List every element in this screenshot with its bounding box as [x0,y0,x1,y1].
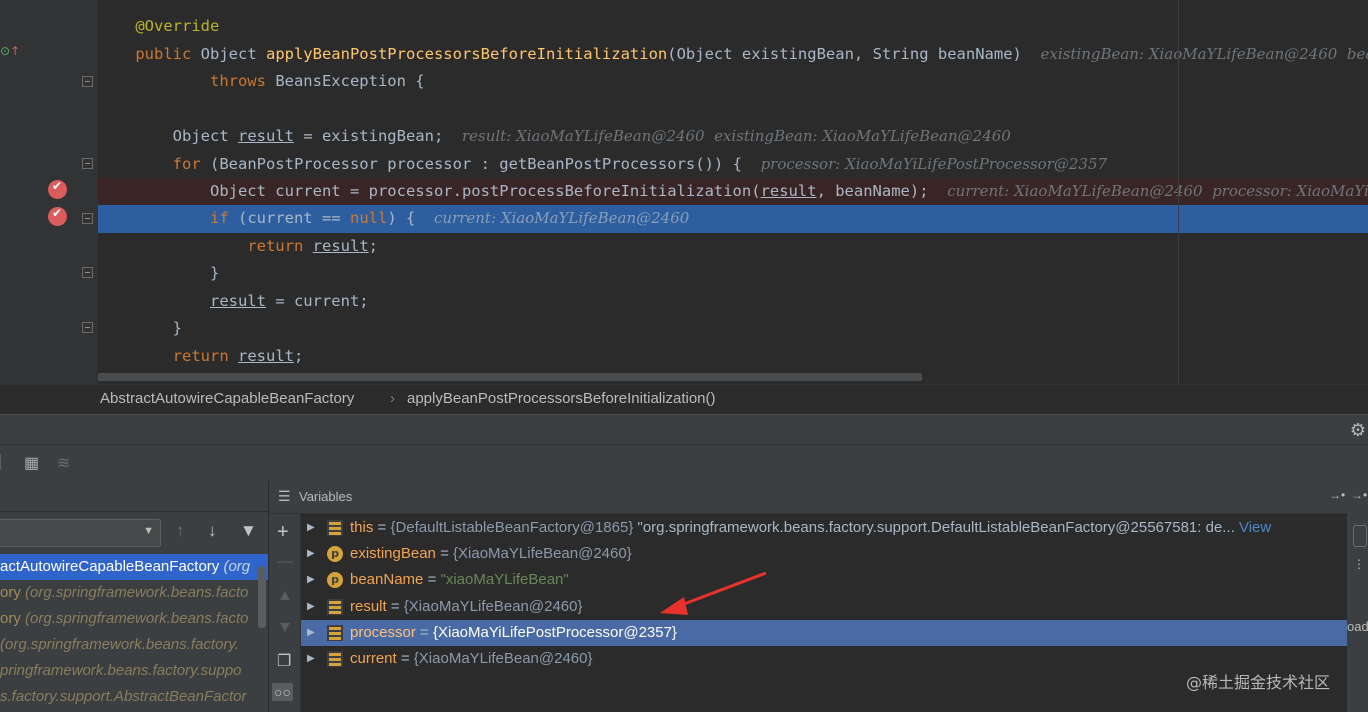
arrow-up-icon[interactable]: ↑ [176,521,185,541]
frame-item[interactable]: ory (org.springframework.beans.facto [0,580,268,606]
variables-title: Variables [299,489,353,504]
editor-gutter[interactable]: ⊙↑ [0,0,98,384]
scroll-handle[interactable] [1353,525,1367,547]
breadcrumb-separator: › [390,390,395,407]
thread-selector[interactable]: ▼ [0,519,161,547]
copy-icon[interactable]: ❐ [277,651,291,671]
variable-row-existingBean[interactable]: ▶ p existingBean = {XiaoMaYLifeBean@2460… [301,541,1347,567]
expand-arrow-icon[interactable]: ▶ [307,646,315,672]
breadcrumb: AbstractAutowireCapableBeanFactory › app… [0,384,1368,415]
chevron-down-icon: ▼ [143,525,154,537]
variables-action-strip: + — ▲ ▼ ❐ ○○ [269,481,301,712]
inline-value-hint: current: XiaoMaYLifeBean@2460 [433,209,690,227]
debug-tool-window-header: ⚙ [0,414,1368,445]
fold-marker-icon[interactable] [82,322,93,333]
toolbar-separator: | [0,453,3,470]
breakpoint-icon[interactable] [48,206,67,226]
annotation-text: @Override [135,17,220,35]
expand-arrow-icon[interactable]: ▶ [307,620,315,646]
frame-item[interactable]: s.factory.support.AbstractBeanFactor [0,684,268,710]
variable-row-processor[interactable]: ▶ processor = {XiaoMaYiLifePostProcessor… [301,619,1347,646]
remove-watch-icon[interactable]: — [277,553,293,571]
breadcrumb-class[interactable]: AbstractAutowireCapableBeanFactory [100,385,354,413]
expand-arrow-icon[interactable]: ▶ [307,594,315,620]
frames-header [0,481,268,512]
inline-value-hint: existingBean: XiaoMaYLifeBean@2460 beanN… [1040,45,1368,63]
variable-row-result[interactable]: ▶ result = {XiaoMaYLifeBean@2460} [301,594,1347,620]
frame-item[interactable]: (org.springframework.beans.factory. [0,632,268,658]
frames-scrollbar[interactable] [258,566,266,628]
expand-arrow-icon[interactable]: ▶ [307,567,315,593]
fold-marker-icon[interactable] [82,76,93,87]
truncated-panel-text: oad [1347,619,1368,634]
trace-icon[interactable]: ≋ [57,453,70,473]
field-icon [327,624,343,641]
expand-arrow-icon[interactable]: ▶ [307,541,315,567]
parameter-icon: p [327,546,343,563]
frames-panel: ▼ ↑ ↓ ▼ actAutowireCapableBeanFactory (o… [0,481,269,712]
frame-list: actAutowireCapableBeanFactory (org ory (… [0,554,268,710]
glasses-icon[interactable]: ○○ [272,683,293,701]
evaluate-table-icon[interactable]: ▦ [24,453,39,473]
horizontal-scrollbar[interactable] [98,373,922,381]
code-editor[interactable]: ⊙↑ @Override public Object applyBeanPost… [0,0,1368,384]
pin-right-icon[interactable]: →• [1351,488,1367,502]
right-margin-guide [1178,0,1179,384]
pin-left-icon[interactable]: →• [1329,488,1345,502]
menu-icon: ☰ [278,488,291,504]
breakpoint-icon[interactable] [48,179,67,199]
collapse-icon[interactable]: ⋮ [1353,557,1365,571]
frame-item[interactable]: ory (org.springframework.beans.facto [0,606,268,632]
parameter-icon: p [327,572,343,589]
fold-marker-icon[interactable] [82,158,93,169]
override-gutter-icon[interactable]: ⊙↑ [0,44,20,58]
fold-marker-icon[interactable] [82,213,93,224]
breadcrumb-method[interactable]: applyBeanPostProcessorsBeforeInitializat… [407,385,716,413]
fold-marker-icon[interactable] [82,267,93,278]
right-side-panel: ⋮ oad [1347,513,1368,712]
variable-row-this[interactable]: ▶ this = {DefaultListableBeanFactory@186… [301,515,1347,541]
frame-item[interactable]: actAutowireCapableBeanFactory (org [0,554,268,580]
arrow-down-icon[interactable]: ↓ [208,521,217,541]
view-link[interactable]: View [1239,519,1271,536]
filter-icon[interactable]: ▼ [240,521,257,541]
watermark: @稀土掘金技术社区 [1186,673,1331,692]
gear-icon[interactable]: ⚙ [1350,420,1366,441]
move-up-icon[interactable]: ▲ [277,587,293,605]
inline-value-hint: result: XiaoMaYLifeBean@2460 existingBea… [461,127,1011,145]
field-icon [327,650,343,667]
field-icon [327,520,343,536]
variable-row-beanName[interactable]: ▶ p beanName = "xiaoMaYLifeBean" [301,567,1347,593]
debug-toolbar: | ▦ ≋ [0,444,1368,482]
field-icon [327,598,343,615]
expand-arrow-icon[interactable]: ▶ [307,515,315,541]
frame-item[interactable]: pringframework.beans.factory.suppo [0,658,268,684]
variables-header: ☰ Variables →• →• [269,481,1368,514]
inline-value-hint: current: XiaoMaYLifeBean@2460 processor:… [947,182,1368,200]
add-watch-icon[interactable]: + [277,521,289,544]
inline-value-hint: processor: XiaoMaYiLifePostProcessor@235… [760,155,1108,173]
move-down-icon[interactable]: ▼ [277,619,293,637]
